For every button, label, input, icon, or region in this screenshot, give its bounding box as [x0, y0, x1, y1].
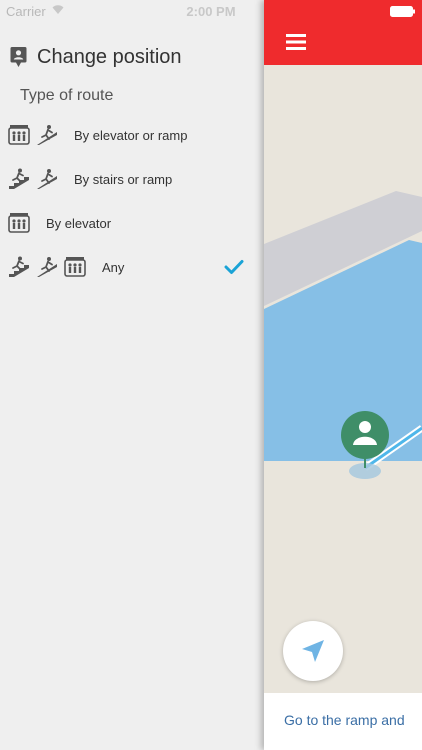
- navigation-arrow-icon: [302, 640, 324, 662]
- instruction-text: Go to the ramp and: [284, 712, 405, 728]
- menu-icon[interactable]: [286, 34, 306, 50]
- elevator-icon: [8, 125, 30, 145]
- route-option-elevator-or-ramp[interactable]: By elevator or ramp: [0, 115, 264, 155]
- route-option-any[interactable]: Any: [0, 247, 264, 287]
- ramp-icon: [37, 257, 57, 277]
- route-option-elevator[interactable]: By elevator: [0, 203, 264, 243]
- route-option-label: By stairs or ramp: [74, 171, 173, 187]
- position-pin-icon: [10, 47, 27, 67]
- route-type-label: Type of route: [20, 87, 114, 104]
- drawer-title: Change position: [37, 45, 182, 68]
- route-option-label: By elevator: [46, 215, 112, 231]
- drawer-header: Change position: [10, 44, 182, 70]
- route-option-stairs-or-ramp[interactable]: By stairs or ramp: [0, 159, 264, 199]
- route-option-label: Any: [102, 259, 125, 275]
- route-option-label: By elevator or ramp: [74, 127, 188, 143]
- checkmark-icon: [224, 260, 244, 274]
- route-drawer: Carrier Change position Type of route By…: [0, 0, 264, 750]
- locate-me-button[interactable]: [283, 621, 343, 681]
- elevator-icon: [64, 257, 86, 277]
- ramp-icon: [37, 125, 57, 145]
- instruction-bar[interactable]: Go to the ramp and: [264, 693, 422, 750]
- indoor-map[interactable]: [264, 65, 422, 693]
- status-time: 2:00 PM: [186, 4, 236, 19]
- user-location-marker: [341, 411, 389, 459]
- stairs-icon: [9, 256, 29, 277]
- map-panel[interactable]: Go to the ramp and: [264, 0, 422, 750]
- elevator-icon: [8, 213, 30, 233]
- ramp-icon: [37, 169, 57, 189]
- stairs-icon: [9, 168, 29, 189]
